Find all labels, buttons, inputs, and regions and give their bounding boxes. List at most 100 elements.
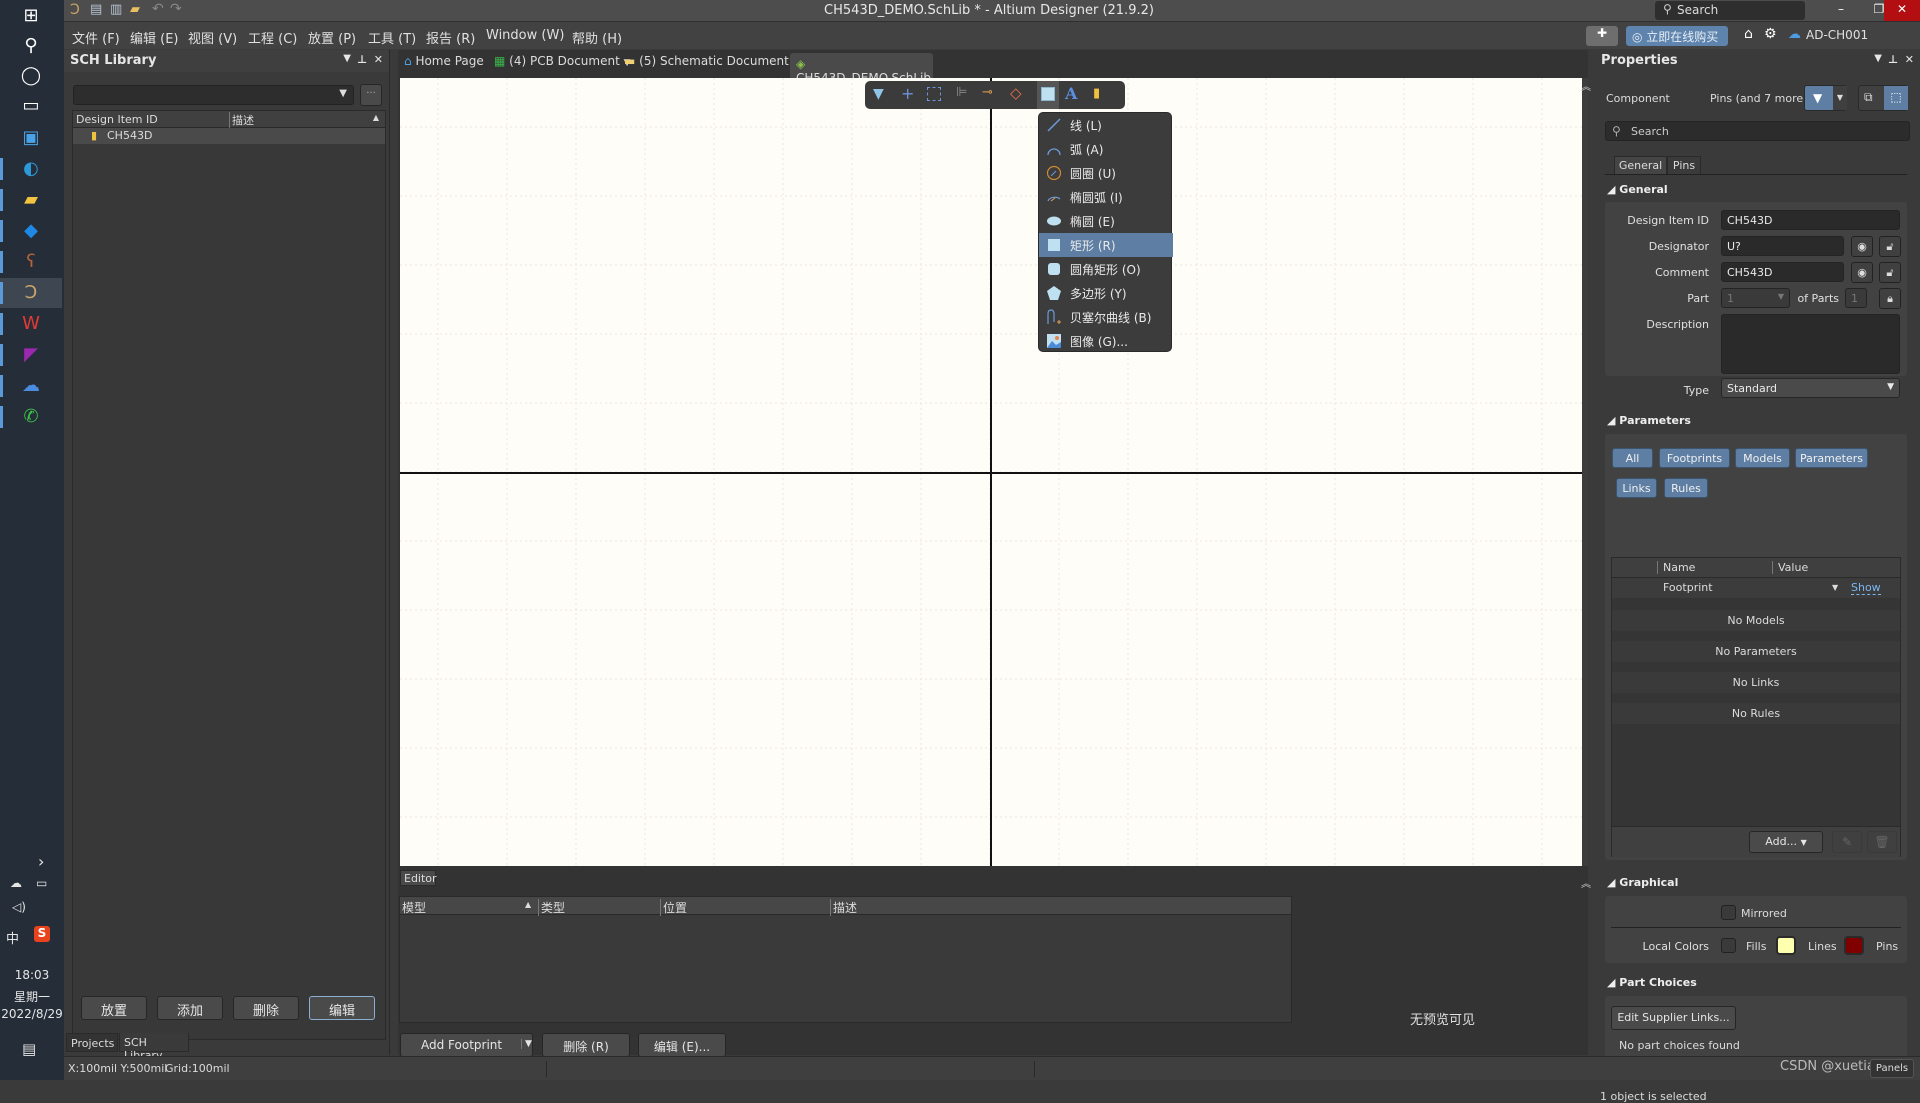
section-graphical-toggle[interactable]: ◢ Graphical [1607, 876, 1678, 889]
edge-browser-icon[interactable]: ◐ [16, 155, 46, 181]
delete-parameter-button[interactable]: 🗑︎ [1867, 831, 1897, 853]
schematic-canvas[interactable] [400, 78, 1582, 866]
tab-projects[interactable]: Projects [66, 1033, 118, 1052]
bear-app-icon[interactable]: ʕ [16, 248, 46, 274]
redo-icon[interactable]: ↷ [170, 1, 182, 17]
selection-filter-button[interactable]: ▼ ▼ [1804, 85, 1847, 111]
buy-online-button[interactable]: ◎ 立即在线购买 [1626, 26, 1728, 46]
designator-lock-toggle[interactable]: 🔓︎ [1879, 236, 1901, 257]
file-explorer-icon[interactable]: ▰ [16, 186, 46, 212]
chevron-down-icon[interactable]: ▼ [1833, 86, 1847, 110]
tab-pcb-document[interactable]: ▦ (4) PCB Document ▼ [494, 54, 631, 74]
volume-icon[interactable]: ◁) [12, 900, 26, 914]
menu-reports[interactable]: 报告 (R) [426, 28, 475, 47]
local-colors-checkbox[interactable] [1721, 938, 1736, 953]
delete-button[interactable]: 删除 [233, 996, 299, 1020]
designator-input[interactable]: U? [1721, 236, 1844, 256]
description-input[interactable] [1721, 314, 1900, 374]
filter-footprints-button[interactable]: Footprints [1659, 448, 1730, 468]
menu-item-elliptical-arc[interactable]: 椭圆弧 (I) [1039, 185, 1173, 209]
select-next-icon[interactable]: ⬚ [1884, 86, 1908, 110]
delete-model-button[interactable]: 删除 (R) [542, 1033, 630, 1057]
menu-edit[interactable]: 编辑 (E) [130, 28, 179, 47]
select-rectangle-icon[interactable] [927, 87, 941, 101]
edit-parameter-button[interactable]: ✎ [1832, 831, 1862, 853]
column-name[interactable]: Name [1657, 561, 1695, 574]
menu-view[interactable]: 视图 (V) [188, 28, 237, 47]
comment-visibility-toggle[interactable]: ◉ [1851, 262, 1873, 283]
wechat-icon[interactable]: ✆ [16, 403, 46, 429]
menu-file[interactable]: 文件 (F) [72, 28, 120, 47]
panels-button[interactable]: Panels [1870, 1059, 1914, 1078]
design-item-id-input[interactable]: CH543D [1721, 210, 1900, 230]
menu-item-image[interactable]: 图像 (G)... [1039, 329, 1173, 353]
section-part-choices-toggle[interactable]: ◢ Part Choices [1607, 976, 1697, 989]
move-cross-icon[interactable]: + [901, 84, 914, 103]
tray-expand-chevron-icon[interactable]: › [38, 852, 44, 871]
settings-gear-icon[interactable]: ⚙ [1764, 26, 1777, 42]
collapse-up-icon[interactable]: ︽ [1581, 875, 1591, 890]
tab-pins[interactable]: Pins [1667, 156, 1701, 174]
filter-all-button[interactable]: All [1612, 448, 1653, 468]
feishu-app-icon[interactable]: ◆ [16, 217, 46, 243]
global-search-box[interactable]: ⚲ Search [1655, 1, 1805, 20]
windows-start-icon[interactable]: ⊞ [16, 2, 46, 28]
column-description[interactable]: 描述 [830, 899, 857, 916]
menu-window[interactable]: Window (W) [486, 28, 564, 43]
menu-help[interactable]: 帮助 (H) [572, 28, 622, 47]
lines-color-swatch[interactable] [1844, 936, 1864, 955]
wps-office-icon[interactable]: W [16, 310, 46, 336]
canvas-scrollbar[interactable] [1582, 78, 1588, 866]
menu-project[interactable]: 工程 (C) [248, 28, 297, 47]
menu-item-line[interactable]: 线 (L) [1039, 113, 1173, 137]
menu-item-polygon[interactable]: 多边形 (Y) [1039, 281, 1173, 305]
add-footprint-button[interactable]: Add Footprint ▼ [400, 1033, 533, 1057]
onenote-icon[interactable]: ◤ [16, 341, 46, 367]
select-overlapped-icon[interactable]: ⧉ [1864, 90, 1873, 105]
clock-time[interactable]: 18:03 [0, 968, 64, 982]
control-panel-icon[interactable]: ▣ [16, 124, 46, 150]
filter-rules-button[interactable]: Rules [1664, 478, 1708, 498]
comment-input[interactable]: CH543D [1721, 262, 1844, 282]
account-name[interactable]: AD-CH001 [1806, 28, 1868, 42]
menu-item-ellipse[interactable]: 椭圆 (E) [1039, 209, 1173, 233]
menu-item-rectangle[interactable]: 矩形 (R) [1039, 233, 1173, 257]
filter-models-button[interactable]: Models [1735, 448, 1790, 468]
filter-links-button[interactable]: Links [1616, 478, 1657, 498]
onedrive-offline-icon[interactable]: ☁ [10, 876, 22, 890]
menu-item-arc[interactable]: 弧 (A) [1039, 137, 1173, 161]
show-footprint-link[interactable]: Show [1851, 581, 1881, 595]
chevron-down-icon[interactable]: ▼ [1832, 583, 1838, 592]
properties-search-input[interactable]: ⚲ Search [1605, 121, 1910, 141]
list-row[interactable]: ▮ CH543D [73, 128, 385, 144]
open-icon[interactable]: ▰ [130, 2, 140, 17]
search-icon[interactable]: ⚲ [16, 32, 46, 58]
save-all-icon[interactable]: ▥ [110, 2, 122, 17]
type-select[interactable]: Standard ▼ [1721, 378, 1900, 398]
close-button[interactable]: ✕ [1884, 0, 1920, 21]
menu-tools[interactable]: 工具 (T) [368, 28, 416, 47]
menu-place[interactable]: 放置 (P) [308, 28, 356, 47]
column-model[interactable]: 模型 [402, 899, 426, 916]
eraser-icon[interactable]: ◇ [1010, 84, 1022, 102]
undo-icon[interactable]: ↶ [152, 1, 164, 17]
panel-menu-icon[interactable]: ▼ [1874, 53, 1882, 64]
close-panel-icon[interactable]: ✕ [1905, 53, 1914, 66]
action-center-icon[interactable]: ▤ [22, 1040, 36, 1058]
chevron-down-icon[interactable]: ▼ [521, 1039, 532, 1049]
designator-visibility-toggle[interactable]: ◉ [1851, 236, 1873, 257]
tab-general[interactable]: General [1614, 156, 1667, 174]
column-description[interactable]: 描述 [229, 112, 254, 128]
column-value[interactable]: Value [1772, 561, 1808, 574]
edit-button[interactable]: 编辑 [309, 996, 375, 1020]
home-icon[interactable]: ⌂ [1744, 26, 1753, 42]
cortana-icon[interactable]: ◯ [16, 62, 46, 88]
tab-schematic-document[interactable]: ▬ (5) Schematic Document ▼ [624, 54, 800, 74]
close-panel-icon[interactable]: ✕ [374, 53, 383, 66]
network-icon[interactable]: ▭ [36, 876, 47, 890]
place-pin-icon[interactable]: ⊸ [982, 85, 993, 100]
tab-sch-library[interactable]: SCH Library [119, 1033, 189, 1062]
more-options-button[interactable]: ... [360, 84, 382, 106]
editor-tab[interactable]: Editor [400, 870, 437, 886]
library-filter-combo[interactable]: ▼ [73, 85, 354, 105]
